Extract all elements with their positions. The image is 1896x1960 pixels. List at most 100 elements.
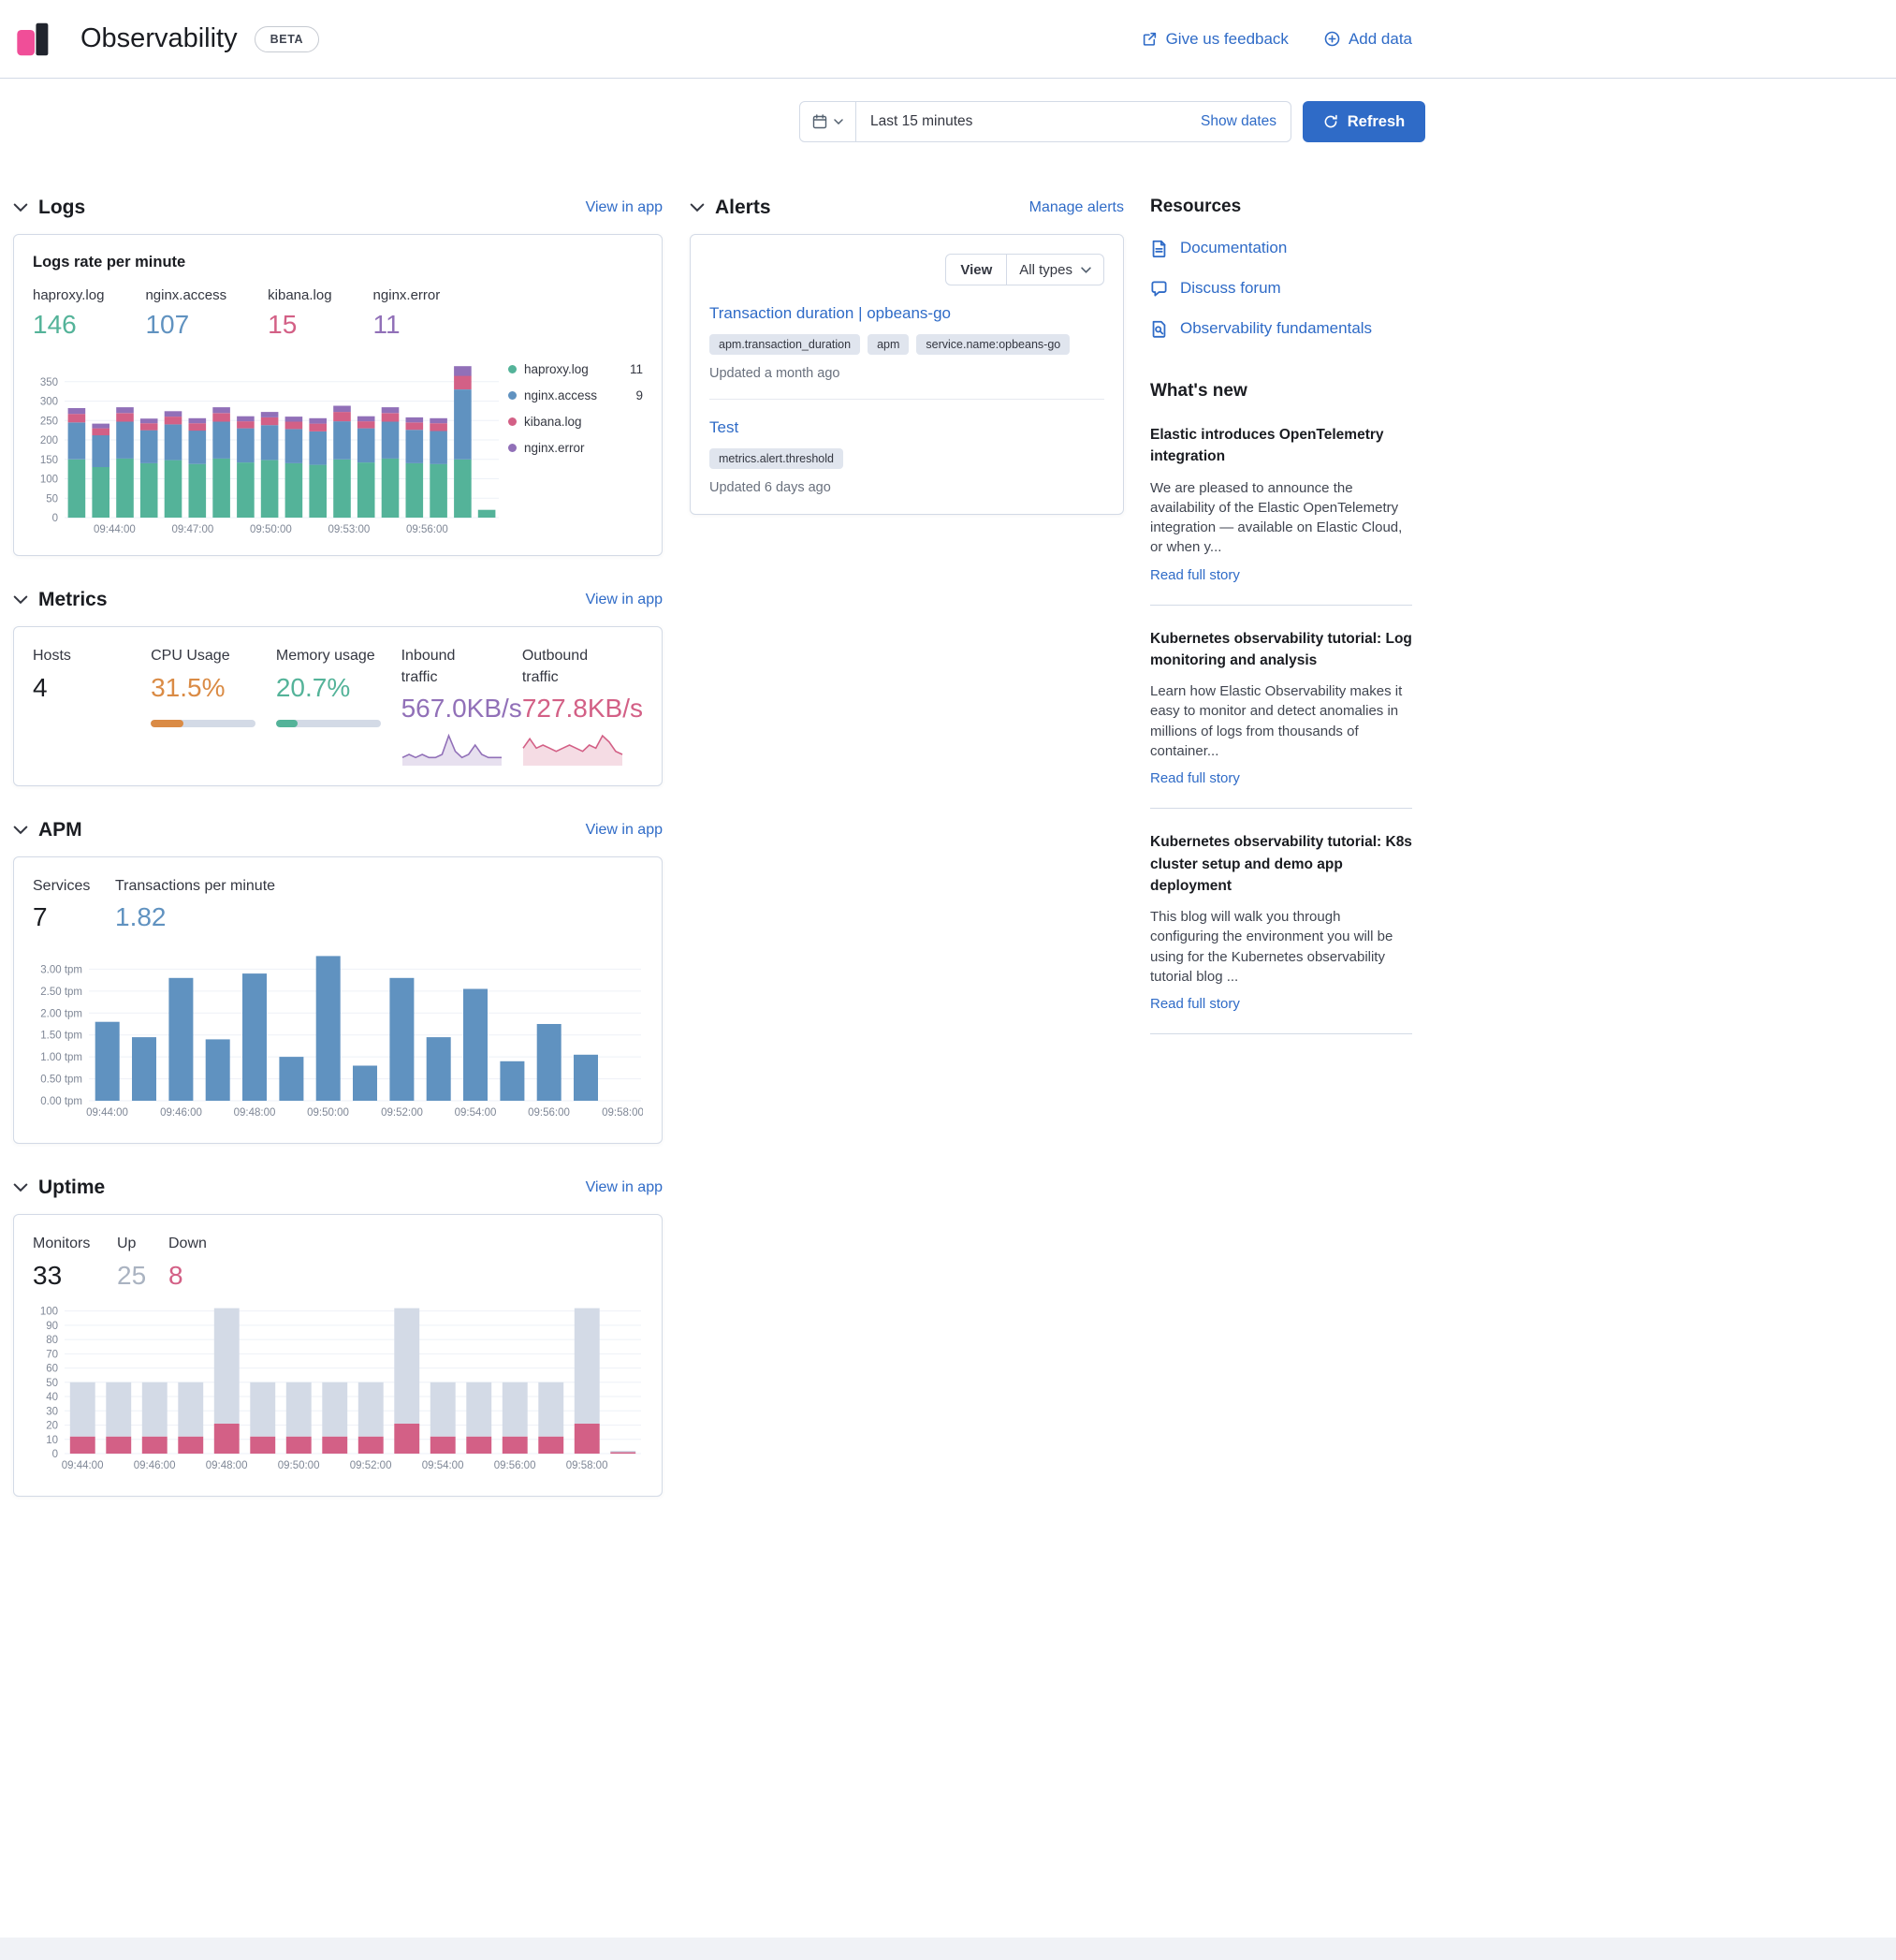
svg-text:09:44:00: 09:44:00 — [86, 1107, 128, 1119]
svg-text:40: 40 — [46, 1392, 58, 1403]
alerts-view-button[interactable]: View — [946, 255, 1007, 285]
legend-dot — [508, 444, 517, 452]
news-divider — [1150, 808, 1412, 809]
beta-badge: BETA — [255, 26, 320, 52]
read-full-story-link[interactable]: Read full story — [1150, 770, 1240, 786]
metric-label: Transactions per minute — [115, 876, 275, 897]
legend-value: 11 — [630, 362, 643, 376]
news-divider — [1150, 605, 1412, 606]
apm-stat-tpm: Transactions per minute 1.82 — [115, 876, 275, 932]
metric-memory-usage: Memory usage 20.7% — [276, 646, 401, 767]
alerts-filter-group: View All types — [945, 254, 1104, 285]
uptime-collapse-chevron-icon[interactable] — [13, 1180, 28, 1195]
read-full-story-link[interactable]: Read full story — [1150, 996, 1240, 1012]
svg-text:70: 70 — [46, 1349, 58, 1360]
alert-title-link[interactable]: Test — [709, 418, 738, 437]
apm-transactions-chart: 0.00 tpm0.50 tpm1.00 tpm1.50 tpm2.00 tpm… — [33, 942, 643, 1119]
legend-item[interactable]: haproxy.log 11 — [508, 362, 643, 376]
legend-item[interactable]: nginx.access 9 — [508, 388, 643, 402]
stat-value: 146 — [33, 310, 104, 340]
svg-text:250: 250 — [40, 417, 58, 428]
document-icon — [1150, 240, 1168, 257]
svg-text:09:58:00: 09:58:00 — [602, 1107, 643, 1119]
show-dates-link[interactable]: Show dates — [1201, 113, 1276, 130]
apm-panel: Services 7 Transactions per minute 1.82 … — [13, 856, 663, 1144]
metric-value: 25 — [117, 1261, 168, 1291]
news-item: Kubernetes observability tutorial: Log m… — [1150, 628, 1412, 810]
news-item-body: Learn how Elastic Observability makes it… — [1150, 681, 1412, 761]
logs-chart-legend: haproxy.log 11 nginx.access 9 kibana.log — [508, 357, 643, 467]
svg-text:09:56:00: 09:56:00 — [494, 1460, 536, 1471]
metrics-view-in-app-link[interactable]: View in app — [586, 592, 663, 608]
stat-label: kibana.log — [268, 286, 331, 305]
inbound-traffic-sparkline — [401, 731, 503, 767]
apm-view-in-app-link[interactable]: View in app — [586, 822, 663, 839]
metric-value: 33 — [33, 1261, 117, 1291]
legend-item[interactable]: kibana.log — [508, 415, 643, 429]
metrics-panel: Hosts 4 CPU Usage 31.5% Memory usage 20.… — [13, 626, 663, 786]
metric-label: Services — [33, 876, 115, 897]
apm-collapse-chevron-icon[interactable] — [13, 823, 28, 838]
svg-text:300: 300 — [40, 397, 58, 408]
svg-text:09:50:00: 09:50:00 — [278, 1460, 320, 1471]
svg-text:30: 30 — [46, 1406, 58, 1417]
give-feedback-link[interactable]: Give us feedback — [1142, 30, 1289, 49]
metric-value: 727.8KB/s — [522, 694, 643, 724]
external-link-icon — [1142, 31, 1158, 47]
alerts-type-dropdown[interactable]: All types — [1007, 255, 1103, 285]
legend-value: 9 — [635, 388, 643, 402]
alert-title-link[interactable]: Transaction duration | opbeans-go — [709, 304, 951, 323]
logs-collapse-chevron-icon[interactable] — [13, 200, 28, 215]
resource-link-observability-fundamentals[interactable]: Observability fundamentals — [1150, 319, 1412, 338]
metric-outbound-traffic: Outbound traffic 727.8KB/s — [522, 646, 643, 767]
add-data-link[interactable]: Add data — [1324, 30, 1412, 49]
metric-value: 31.5% — [151, 673, 276, 703]
resource-link-label: Documentation — [1180, 239, 1287, 257]
alert-divider — [709, 399, 1104, 400]
svg-text:0.50 tpm: 0.50 tpm — [40, 1075, 82, 1086]
metrics-section-title: Metrics — [38, 589, 108, 611]
uptime-view-in-app-link[interactable]: View in app — [586, 1179, 663, 1196]
logs-panel: Logs rate per minute haproxy.log 146 ngi… — [13, 234, 663, 556]
logs-stat-haproxy: haproxy.log 146 — [33, 286, 104, 340]
metric-label: Outbound traffic — [522, 646, 608, 688]
alerts-section-title: Alerts — [715, 197, 771, 219]
svg-text:09:46:00: 09:46:00 — [160, 1107, 202, 1119]
svg-text:09:54:00: 09:54:00 — [422, 1460, 464, 1471]
news-item: Kubernetes observability tutorial: K8s c… — [1150, 831, 1412, 1034]
apm-section-title: APM — [38, 819, 82, 841]
memory-progress-fill — [276, 720, 298, 727]
resource-link-documentation[interactable]: Documentation — [1150, 239, 1412, 257]
metrics-collapse-chevron-icon[interactable] — [13, 592, 28, 607]
time-range-display[interactable]: Last 15 minutes Show dates — [856, 113, 1291, 130]
svg-text:09:53:00: 09:53:00 — [328, 524, 371, 535]
alerts-collapse-chevron-icon[interactable] — [690, 200, 705, 215]
date-quick-select-button[interactable] — [800, 102, 856, 141]
svg-text:09:52:00: 09:52:00 — [350, 1460, 392, 1471]
svg-text:2.50 tpm: 2.50 tpm — [40, 987, 82, 998]
read-full-story-link[interactable]: Read full story — [1150, 567, 1240, 583]
svg-text:09:54:00: 09:54:00 — [455, 1107, 497, 1119]
chevron-down-icon — [1081, 267, 1091, 273]
resource-link-discuss-forum[interactable]: Discuss forum — [1150, 279, 1412, 298]
legend-item[interactable]: nginx.error — [508, 441, 643, 455]
logs-stat-nginx-error: nginx.error 11 — [373, 286, 441, 340]
time-range-label: Last 15 minutes — [870, 113, 972, 130]
super-date-picker: Last 15 minutes Show dates — [799, 101, 1291, 142]
svg-text:10: 10 — [46, 1435, 58, 1446]
logs-view-in-app-link[interactable]: View in app — [586, 199, 663, 216]
metric-label: Up — [117, 1234, 168, 1254]
plus-circle-icon — [1324, 31, 1340, 47]
svg-text:09:47:00: 09:47:00 — [172, 524, 214, 535]
refresh-button[interactable]: Refresh — [1303, 101, 1425, 142]
alerts-panel: View All types Transaction duration | op… — [690, 234, 1124, 515]
legend-label: nginx.access — [524, 388, 597, 402]
resource-link-label: Discuss forum — [1180, 279, 1281, 298]
alert-updated-text: Updated 6 days ago — [709, 480, 1104, 495]
metric-value: 4 — [33, 673, 151, 703]
page-bottom-strip — [0, 1938, 1896, 1960]
apm-stat-services: Services 7 — [33, 876, 115, 932]
stat-value: 15 — [268, 310, 331, 340]
svg-text:09:44:00: 09:44:00 — [62, 1460, 104, 1471]
manage-alerts-link[interactable]: Manage alerts — [1029, 199, 1124, 216]
